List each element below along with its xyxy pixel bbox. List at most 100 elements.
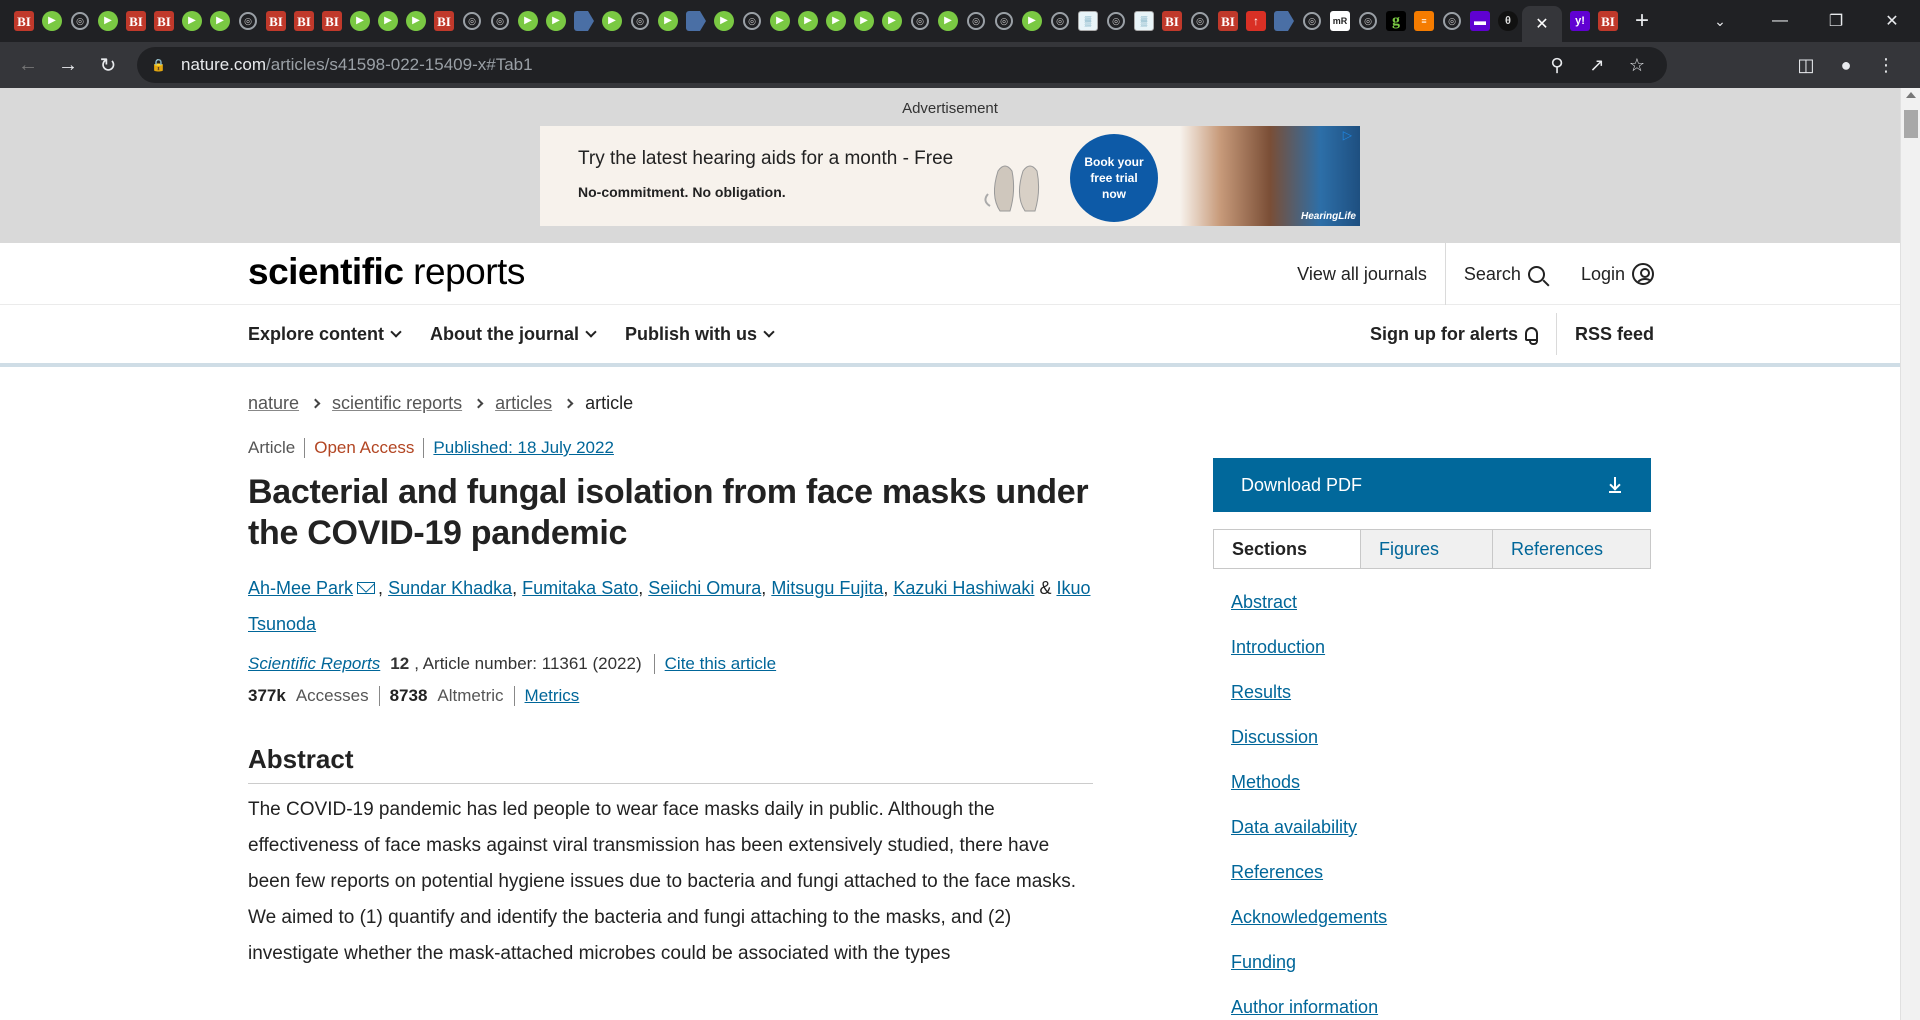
- ad-subline[interactable]: No-commitment. No obligation.: [578, 184, 786, 200]
- tab-favicon-globe-icon[interactable]: ◎: [1046, 0, 1074, 42]
- tab-favicon-play-icon[interactable]: ▶: [710, 0, 738, 42]
- tab-favicon-play-icon[interactable]: ▶: [878, 0, 906, 42]
- cite-article-link[interactable]: Cite this article: [653, 654, 776, 674]
- tab-favicon-play-icon[interactable]: ▶: [1018, 0, 1046, 42]
- author-link[interactable]: Seiichi Omura: [648, 578, 761, 598]
- author-link[interactable]: Ah-Mee Park: [248, 578, 353, 598]
- tab-favicon-flag-icon[interactable]: [1270, 0, 1298, 42]
- ad-banner[interactable]: Try the latest hearing aids for a month …: [540, 126, 1360, 226]
- tab-favicon-globe-icon[interactable]: ◎: [66, 0, 94, 42]
- sign-up-alerts-link[interactable]: Sign up for alerts: [1352, 313, 1556, 355]
- menu-kebab-icon[interactable]: ⋮: [1866, 55, 1906, 76]
- tab-favicon-grid-icon[interactable]: ▒: [1130, 0, 1158, 42]
- tab-favicon-globe-icon[interactable]: ◎: [1186, 0, 1214, 42]
- tab-favicon-red-icon[interactable]: ↑: [1242, 0, 1270, 42]
- nav-about-journal[interactable]: About the journal: [430, 324, 597, 345]
- tab-sections[interactable]: Sections: [1214, 530, 1360, 568]
- tab-favicon-bi-icon[interactable]: BI: [1594, 0, 1622, 42]
- reload-icon[interactable]: ↻: [88, 47, 128, 83]
- tab-favicon-play-icon[interactable]: ▶: [94, 0, 122, 42]
- tab-favicon-play-icon[interactable]: ▶: [794, 0, 822, 42]
- metrics-link[interactable]: Metrics: [525, 686, 580, 706]
- tab-favicon-bi-icon[interactable]: BI: [10, 0, 38, 42]
- tab-favicon-play-icon[interactable]: ▶: [766, 0, 794, 42]
- page-scrollbar[interactable]: [1900, 88, 1920, 1020]
- tab-favicon-play-icon[interactable]: ▶: [654, 0, 682, 42]
- tab-favicon-play-icon[interactable]: ▶: [598, 0, 626, 42]
- tab-favicon-bi-icon[interactable]: BI: [150, 0, 178, 42]
- section-link-data-availability[interactable]: Data availability: [1231, 816, 1651, 861]
- section-link-discussion[interactable]: Discussion: [1231, 726, 1651, 771]
- lock-icon[interactable]: 🔒: [151, 58, 166, 72]
- tab-search-chevron-icon[interactable]: ⌄: [1700, 0, 1740, 42]
- tab-favicon-globe-icon[interactable]: ◎: [626, 0, 654, 42]
- nav-explore-content[interactable]: Explore content: [248, 324, 402, 345]
- author-link[interactable]: Mitsugu Fujita: [771, 578, 883, 598]
- breadcrumb-scientific-reports[interactable]: scientific reports: [332, 393, 462, 414]
- tab-favicon-mr-icon[interactable]: mR: [1326, 0, 1354, 42]
- tab-favicon-bi-icon[interactable]: BI: [262, 0, 290, 42]
- tab-favicon-bars-icon[interactable]: ≡: [1410, 0, 1438, 42]
- url-text[interactable]: nature.com/articles/s41598-022-15409-x#T…: [181, 55, 533, 75]
- tab-favicon-play-icon[interactable]: ▶: [38, 0, 66, 42]
- tab-favicon-bi-icon[interactable]: BI: [318, 0, 346, 42]
- tab-favicon-play-icon[interactable]: ▶: [374, 0, 402, 42]
- tab-favicon-globe-icon[interactable]: ◎: [486, 0, 514, 42]
- tab-favicon-yahoo-icon[interactable]: y!: [1566, 0, 1594, 42]
- zoom-icon[interactable]: ⚲: [1537, 55, 1577, 76]
- bookmark-star-icon[interactable]: ☆: [1617, 55, 1657, 76]
- address-bar[interactable]: 🔒 nature.com/articles/s41598-022-15409-x…: [137, 47, 1667, 83]
- section-link-author-information[interactable]: Author information: [1231, 996, 1651, 1020]
- tab-favicon-globe-icon[interactable]: ◎: [990, 0, 1018, 42]
- close-tab-icon[interactable]: ✕: [1535, 14, 1548, 34]
- scroll-thumb[interactable]: [1904, 110, 1918, 138]
- tab-favicon-bi-icon[interactable]: BI: [430, 0, 458, 42]
- section-link-methods[interactable]: Methods: [1231, 771, 1651, 816]
- section-link-references[interactable]: References: [1231, 861, 1651, 906]
- nav-publish-with-us[interactable]: Publish with us: [625, 324, 775, 345]
- tab-favicon-play-icon[interactable]: ▶: [346, 0, 374, 42]
- mail-icon[interactable]: [357, 582, 376, 595]
- scroll-up-icon[interactable]: [1906, 92, 1916, 98]
- share-icon[interactable]: ↗: [1577, 55, 1617, 76]
- tab-favicon-bi-icon[interactable]: BI: [1158, 0, 1186, 42]
- journal-link[interactable]: Scientific Reports: [248, 654, 380, 674]
- tab-favicon-flag-icon[interactable]: [682, 0, 710, 42]
- ad-cta-button[interactable]: Book your free trial now: [1070, 134, 1158, 222]
- tab-favicon-play-icon[interactable]: ▶: [514, 0, 542, 42]
- rss-feed-link[interactable]: RSS feed: [1555, 313, 1654, 355]
- tab-favicon-play-icon[interactable]: ▶: [850, 0, 878, 42]
- author-link[interactable]: Fumitaka Sato: [522, 578, 638, 598]
- ad-headline[interactable]: Try the latest hearing aids for a month …: [578, 148, 953, 170]
- tab-favicon-globe-icon[interactable]: ◎: [458, 0, 486, 42]
- login-button[interactable]: Login: [1563, 243, 1654, 305]
- tab-favicon-play-icon[interactable]: ▶: [402, 0, 430, 42]
- tab-favicon-globe-icon[interactable]: ◎: [234, 0, 262, 42]
- back-icon[interactable]: ←: [8, 47, 48, 83]
- tab-references[interactable]: References: [1492, 530, 1650, 568]
- journal-logo[interactable]: scientific reports: [248, 251, 525, 293]
- tab-favicon-bi-icon[interactable]: BI: [1214, 0, 1242, 42]
- restore-icon[interactable]: ❐: [1808, 11, 1864, 31]
- section-link-acknowledgements[interactable]: Acknowledgements: [1231, 906, 1651, 951]
- tab-favicon-globe-icon[interactable]: ◎: [906, 0, 934, 42]
- section-link-introduction[interactable]: Introduction: [1231, 636, 1651, 681]
- section-link-results[interactable]: Results: [1231, 681, 1651, 726]
- tab-favicon-globe-icon[interactable]: ◎: [738, 0, 766, 42]
- tab-figures[interactable]: Figures: [1360, 530, 1492, 568]
- view-all-journals-link[interactable]: View all journals: [1279, 243, 1445, 305]
- search-button[interactable]: Search: [1444, 243, 1563, 305]
- author-link[interactable]: Kazuki Hashiwaki: [893, 578, 1034, 598]
- tab-favicon-bi-icon[interactable]: BI: [290, 0, 318, 42]
- tab-favicon-play-icon[interactable]: ▶: [206, 0, 234, 42]
- adchoices-icon[interactable]: ▷: [1343, 128, 1352, 142]
- tab-favicon-play-icon[interactable]: ▶: [178, 0, 206, 42]
- download-pdf-button[interactable]: Download PDF: [1213, 458, 1651, 512]
- tab-favicon-play-icon[interactable]: ▶: [934, 0, 962, 42]
- tab-favicon-purple-icon[interactable]: ▬: [1466, 0, 1494, 42]
- tab-favicon-globe-icon[interactable]: ◎: [962, 0, 990, 42]
- breadcrumb-nature[interactable]: nature: [248, 393, 299, 414]
- breadcrumb-articles[interactable]: articles: [495, 393, 552, 414]
- tab-favicon-globe-icon[interactable]: ◎: [1102, 0, 1130, 42]
- active-tab[interactable]: ✕: [1522, 6, 1562, 42]
